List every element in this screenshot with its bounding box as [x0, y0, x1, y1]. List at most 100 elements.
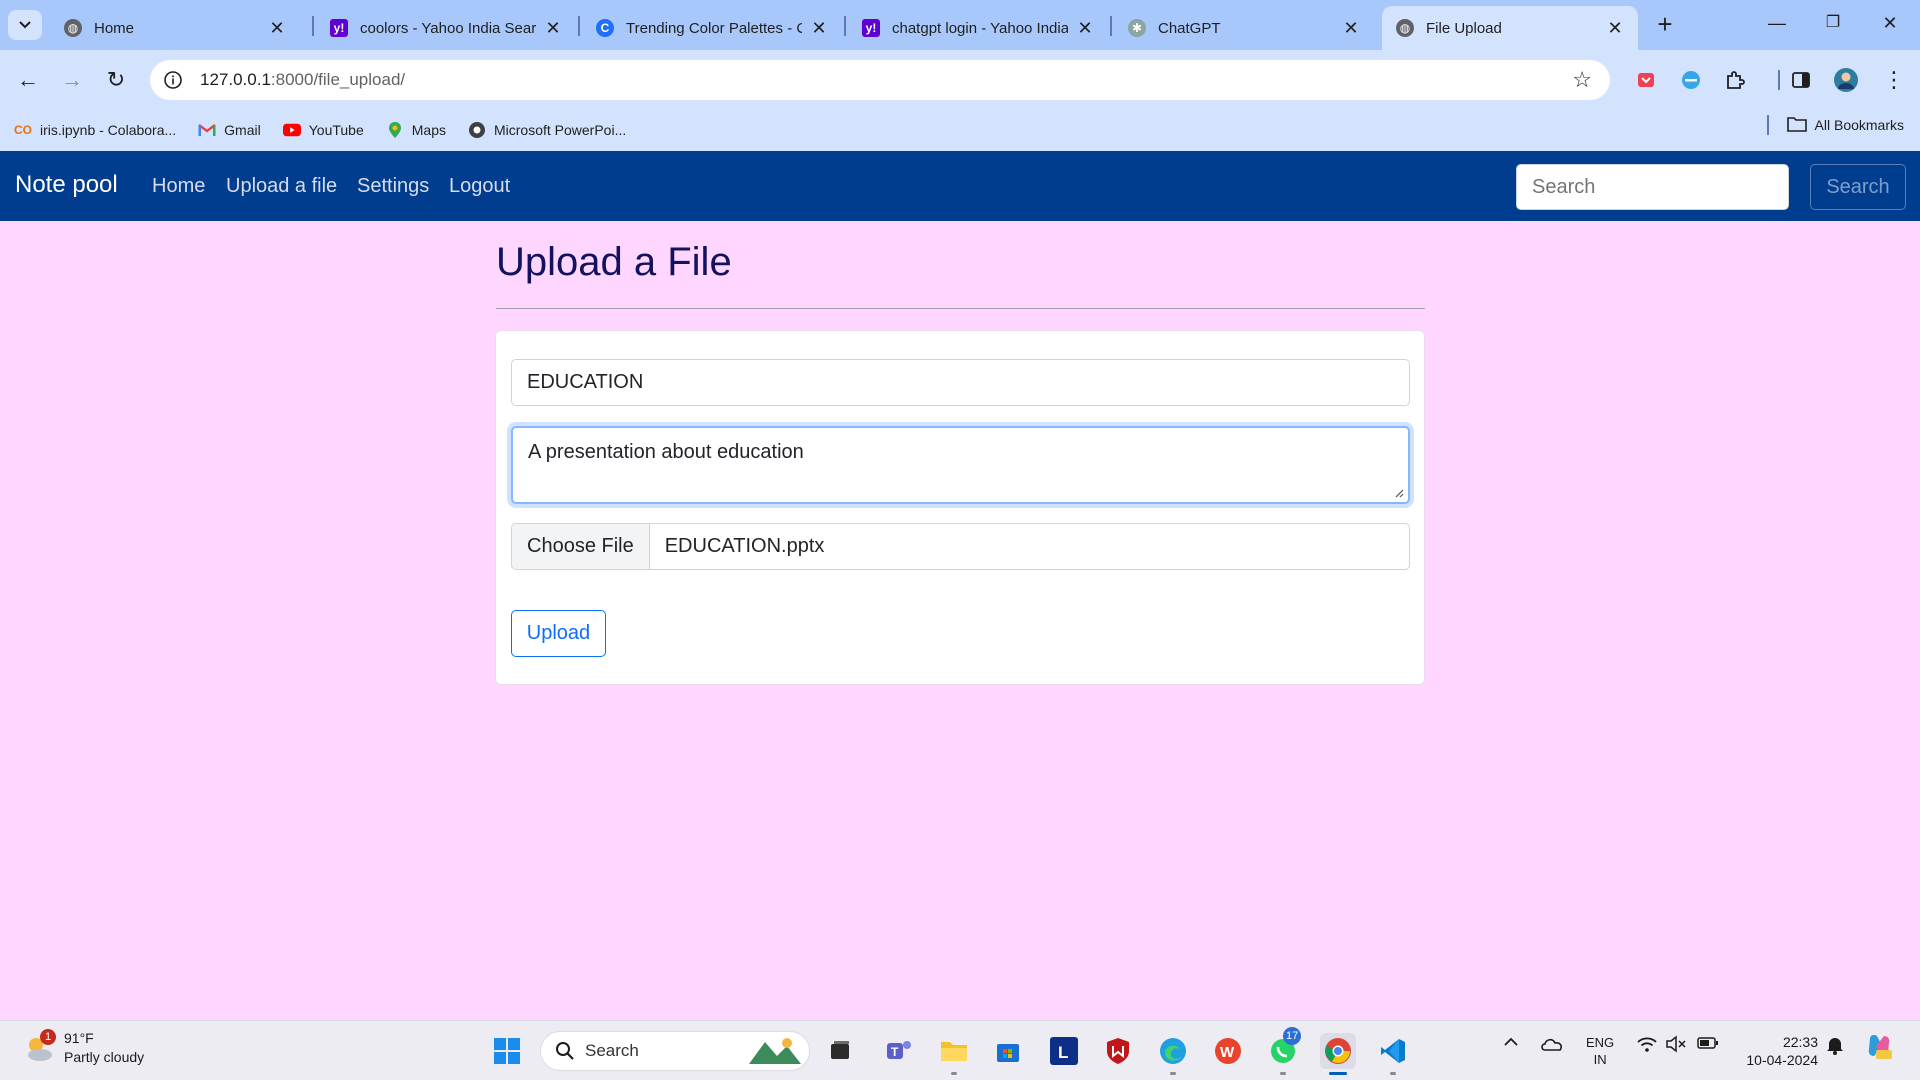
- nav-search-input[interactable]: [1516, 164, 1789, 210]
- chevron-down-icon: [19, 21, 31, 29]
- nav-link-upload[interactable]: Upload a file: [226, 175, 337, 198]
- close-tab-icon[interactable]: ✕: [1342, 18, 1360, 39]
- search-icon: [556, 1042, 574, 1060]
- brand-link[interactable]: Note pool: [15, 171, 118, 199]
- browser-tabstrip: ◍ Home ✕ y! coolors - Yahoo India Search…: [0, 0, 1920, 50]
- tab-chatgpt-login-search[interactable]: y! chatgpt login - Yahoo India ✕: [848, 6, 1108, 50]
- bookmark-label: YouTube: [308, 122, 364, 138]
- edge-icon[interactable]: [1155, 1033, 1191, 1069]
- yahoo-icon: y!: [330, 19, 348, 37]
- bookmark-powerpoint[interactable]: Microsoft PowerPoi...: [468, 121, 626, 139]
- tab-title: Trending Color Palettes - Coolors: [626, 19, 802, 37]
- l-app-icon[interactable]: L: [1046, 1033, 1082, 1069]
- bookmark-label: iris.ipynb - Colabora...: [40, 122, 177, 138]
- globe-icon: [468, 121, 486, 139]
- tab-coolors-search[interactable]: y! coolors - Yahoo India Search ✕: [316, 6, 576, 50]
- extension-blue-icon[interactable]: [1675, 64, 1707, 96]
- maps-icon: [386, 121, 404, 139]
- forward-button[interactable]: →: [54, 62, 90, 98]
- tab-search-button[interactable]: [8, 10, 42, 40]
- running-indicator: [1390, 1072, 1396, 1075]
- colab-icon: CO: [14, 123, 32, 137]
- bookmark-label: Maps: [411, 122, 446, 138]
- youtube-icon: [282, 121, 301, 139]
- weather-widget[interactable]: 1 91°F Partly cloudy: [22, 1029, 144, 1067]
- nav-search-button[interactable]: Search: [1810, 164, 1906, 210]
- running-indicator: [1170, 1072, 1176, 1075]
- tab-separator: [1110, 16, 1112, 36]
- taskbar-search-box[interactable]: Search: [540, 1031, 810, 1071]
- new-tab-button[interactable]: +: [1650, 10, 1680, 40]
- address-bar[interactable]: 127.0.0.1:8000/file_upload/ ☆: [150, 60, 1610, 100]
- nav-link-settings[interactable]: Settings: [357, 175, 429, 198]
- reload-button[interactable]: ↻: [98, 62, 134, 98]
- close-tab-icon[interactable]: ✕: [1076, 18, 1094, 39]
- bookmark-colab[interactable]: CO iris.ipynb - Colabora...: [14, 121, 176, 139]
- bookmark-maps[interactable]: Maps: [386, 121, 446, 139]
- chrome-icon[interactable]: [1320, 1033, 1356, 1069]
- close-tab-icon[interactable]: ✕: [268, 18, 286, 39]
- file-explorer-icon[interactable]: [936, 1033, 972, 1069]
- title-input[interactable]: EDUCATION: [511, 359, 1410, 406]
- bookmark-star-icon[interactable]: ☆: [1572, 67, 1592, 93]
- gmail-icon: [198, 121, 216, 139]
- tab-file-upload[interactable]: ◍ File Upload ✕: [1382, 6, 1638, 50]
- battery-icon[interactable]: [1697, 1035, 1719, 1055]
- wifi-icon[interactable]: [1636, 1035, 1658, 1057]
- site-info-icon[interactable]: [158, 65, 188, 95]
- bookmark-gmail[interactable]: Gmail: [198, 121, 261, 139]
- upload-button[interactable]: Upload: [511, 610, 606, 657]
- nav-link-home[interactable]: Home: [152, 175, 205, 198]
- bookmark-youtube[interactable]: YouTube: [282, 121, 364, 139]
- title-divider: [496, 308, 1425, 309]
- mcafee-icon[interactable]: [1100, 1033, 1136, 1069]
- input-language-indicator[interactable]: ENG IN: [1586, 1034, 1614, 1068]
- chatgpt-icon: ✱: [1128, 19, 1146, 37]
- url-host: 127.0.0.1: [200, 70, 271, 89]
- vscode-icon[interactable]: [1375, 1033, 1411, 1069]
- system-clock[interactable]: 22:33 10-04-2024: [1736, 1033, 1818, 1069]
- extensions-puzzle-icon[interactable]: [1719, 64, 1751, 96]
- browser-menu-icon[interactable]: ⋮: [1878, 64, 1910, 96]
- close-tab-icon[interactable]: ✕: [544, 18, 562, 39]
- resize-grip-icon[interactable]: [1394, 488, 1404, 498]
- tab-home[interactable]: ◍ Home ✕: [50, 6, 300, 50]
- side-panel-icon[interactable]: [1785, 64, 1817, 96]
- globe-icon: ◍: [1396, 19, 1414, 37]
- minimize-button[interactable]: —: [1757, 8, 1797, 38]
- close-tab-icon[interactable]: ✕: [810, 18, 828, 39]
- teams-icon[interactable]: T: [881, 1033, 917, 1069]
- show-hidden-icons-chevron[interactable]: [1503, 1035, 1519, 1052]
- tab-separator: [578, 16, 580, 36]
- svg-text:T: T: [891, 1045, 899, 1059]
- windows-start-icon[interactable]: [489, 1033, 525, 1069]
- back-button[interactable]: ←: [10, 62, 46, 98]
- clock-date: 10-04-2024: [1746, 1052, 1818, 1068]
- copilot-icon[interactable]: [1864, 1031, 1894, 1065]
- pocket-extension-icon[interactable]: [1630, 64, 1662, 96]
- microsoft-store-icon[interactable]: [990, 1033, 1026, 1069]
- bookmark-label: Gmail: [224, 122, 261, 138]
- tab-title: coolors - Yahoo India Search: [360, 19, 536, 37]
- notification-bell-icon[interactable]: [1826, 1035, 1844, 1059]
- profile-avatar[interactable]: [1830, 64, 1862, 96]
- window-close-button[interactable]: ✕: [1870, 8, 1910, 38]
- choose-file-button[interactable]: Choose File: [512, 524, 650, 569]
- onedrive-icon[interactable]: [1540, 1035, 1564, 1057]
- tab-chatgpt[interactable]: ✱ ChatGPT ✕: [1114, 6, 1374, 50]
- tab-title: Home: [94, 19, 135, 37]
- tab-trending-palettes[interactable]: C Trending Color Palettes - Coolors ✕: [582, 6, 842, 50]
- url-text[interactable]: 127.0.0.1:8000/file_upload/: [200, 70, 405, 90]
- running-indicator: [951, 1072, 957, 1075]
- file-input[interactable]: Choose File EDUCATION.pptx: [511, 523, 1410, 570]
- close-tab-icon[interactable]: ✕: [1606, 18, 1624, 39]
- volume-muted-icon[interactable]: [1665, 1035, 1687, 1057]
- wps-office-icon[interactable]: W: [1210, 1033, 1246, 1069]
- all-bookmarks-button[interactable]: All Bookmarks: [1766, 115, 1904, 135]
- restore-button[interactable]: ❐: [1813, 8, 1853, 38]
- clock-time: 22:33: [1782, 1034, 1818, 1050]
- nav-link-logout[interactable]: Logout: [449, 175, 510, 198]
- task-view-icon[interactable]: [822, 1033, 858, 1069]
- tab-title: File Upload: [1426, 19, 1502, 37]
- description-textarea[interactable]: A presentation about education: [511, 426, 1410, 504]
